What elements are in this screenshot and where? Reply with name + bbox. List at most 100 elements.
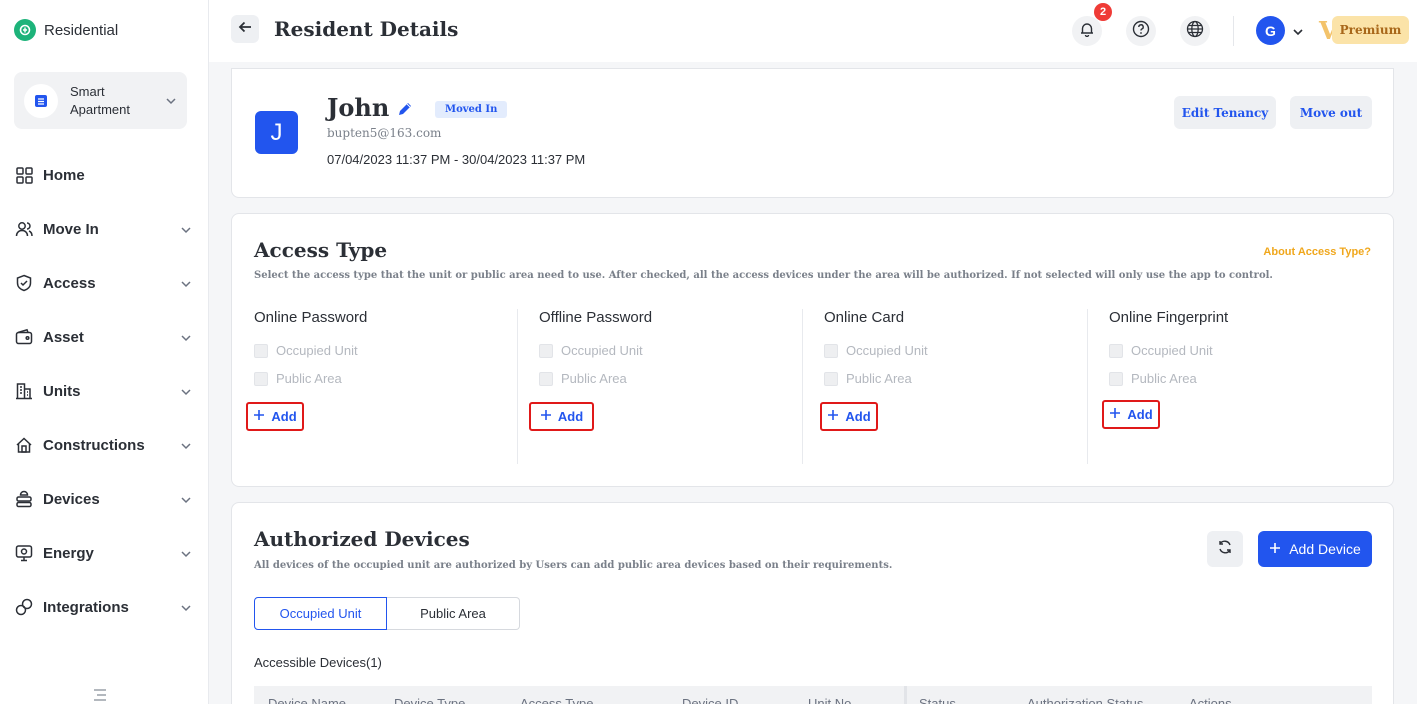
sidebar-nav: Home Move In Access Asset Units Construc… [0,148,208,634]
checkbox[interactable] [824,343,838,358]
sidebar-item-asset[interactable]: Asset [0,310,208,364]
help-icon [1132,20,1150,43]
shield-check-icon [15,274,33,292]
logo-icon [14,19,36,41]
sidebar-item-label: Units [43,382,81,400]
area-tabs: Occupied Unit Public Area [254,597,520,630]
public-area-checkbox[interactable]: Public Area [539,371,627,386]
occupied-unit-checkbox[interactable]: Occupied Unit [254,343,358,358]
collapse-sidebar-icon[interactable] [93,688,107,704]
sidebar-item-units[interactable]: Units [0,364,208,418]
authorized-devices-description: All devices of the occupied unit are aut… [254,560,893,571]
wallet-icon [15,328,33,346]
devices-table-header: Device Name Device Type Access Type Devi… [254,686,1372,704]
checkbox-label: Occupied Unit [846,343,928,358]
move-out-button[interactable]: Move out [1290,96,1372,129]
add-offline-password-button[interactable]: Add [529,402,594,431]
sidebar-item-energy[interactable]: Energy [0,526,208,580]
access-column-title: Offline Password [539,309,653,326]
add-label: Add [557,409,584,424]
add-online-fingerprint-button[interactable]: Add [1102,400,1160,429]
column-header: Access Type [520,696,594,704]
column-header: Authorization Status [1027,696,1144,704]
column-header: Status [919,696,956,704]
sidebar-item-integrations[interactable]: Integrations [0,580,208,634]
premium-badge[interactable]: V Premium [1319,15,1410,45]
sidebar-item-access[interactable]: Access [0,256,208,310]
public-area-checkbox[interactable]: Public Area [254,371,342,386]
occupied-unit-checkbox[interactable]: Occupied Unit [539,343,643,358]
chevron-down-icon [180,277,192,295]
refresh-icon [1217,539,1233,560]
sidebar-item-label: Integrations [43,598,129,616]
access-column-title: Online Fingerprint [1109,309,1229,326]
arrow-left-icon [238,20,252,39]
apartment-icon [24,83,58,118]
sidebar-item-move-in[interactable]: Move In [0,202,208,256]
checkbox-label: Public Area [1131,371,1197,386]
checkbox-label: Occupied Unit [1131,343,1213,358]
access-column-online-fingerprint: Online Fingerprint Occupied Unit Public … [1102,309,1379,464]
column-divider [802,309,803,464]
access-type-description: Select the access type that the unit or … [254,270,1273,281]
energy-icon [15,544,33,562]
checkbox[interactable] [824,371,838,386]
chevron-down-icon [180,439,192,457]
notification-count-badge: 2 [1094,3,1112,21]
sidebar-item-home[interactable]: Home [0,148,208,202]
bell-icon [1079,21,1095,42]
checkbox[interactable] [254,343,268,358]
sticky-column-divider [904,686,907,704]
sidebar-item-devices[interactable]: Devices [0,472,208,526]
public-area-checkbox[interactable]: Public Area [824,371,912,386]
status-badge: Moved In [435,101,508,118]
resident-name: John [327,93,390,122]
add-device-button[interactable]: Add Device [1258,531,1372,567]
plus-icon [253,409,265,424]
devices-icon [15,490,33,508]
public-area-checkbox[interactable]: Public Area [1109,371,1197,386]
sidebar: Residential Smart Apartment Home Move In… [0,0,209,704]
tab-public-area[interactable]: Public Area [387,597,520,630]
tenancy-period: 07/04/2023 11:37 PM - 30/04/2023 11:37 P… [327,152,586,167]
notifications-button[interactable] [1072,16,1102,46]
tab-occupied-unit[interactable]: Occupied Unit [254,597,387,630]
refresh-button[interactable] [1207,531,1243,567]
checkbox[interactable] [254,371,268,386]
resident-profile-card: J John Moved In bupten5@163.com 07/04/20… [231,68,1394,198]
column-header: Device ID [682,696,739,704]
about-access-type-link[interactable]: About Access Type? [1263,246,1371,258]
chevron-down-icon[interactable] [1292,25,1304,43]
chevron-down-icon [180,493,192,511]
project-name: Smart Apartment [70,83,130,117]
back-button[interactable] [231,15,259,43]
app-logo[interactable]: Residential [14,19,118,41]
occupied-unit-checkbox[interactable]: Occupied Unit [1109,343,1213,358]
checkbox[interactable] [539,371,553,386]
occupied-unit-checkbox[interactable]: Occupied Unit [824,343,928,358]
project-selector[interactable]: Smart Apartment [14,72,187,129]
plus-icon [1269,541,1281,557]
edit-tenancy-button[interactable]: Edit Tenancy [1174,96,1276,129]
help-button[interactable] [1126,16,1156,46]
chevron-down-icon [180,223,192,241]
sidebar-item-label: Constructions [43,436,145,454]
sidebar-item-constructions[interactable]: Constructions [0,418,208,472]
add-online-card-button[interactable]: Add [820,402,878,431]
access-column-online-password: Online Password Occupied Unit Public Are… [246,309,524,464]
add-online-password-button[interactable]: Add [246,402,304,431]
sidebar-item-label: Move In [43,220,99,238]
sidebar-item-label: Access [43,274,96,292]
checkbox-label: Occupied Unit [561,343,643,358]
user-avatar[interactable]: G [1256,16,1285,45]
add-label: Add [1127,407,1153,422]
checkbox[interactable] [1109,371,1123,386]
checkbox[interactable] [1109,343,1123,358]
access-column-title: Online Password [254,309,368,326]
access-column-title: Online Card [824,309,905,326]
language-button[interactable] [1180,16,1210,46]
accessible-devices-title: Accessible Devices(1) [254,655,382,670]
edit-name-icon[interactable] [397,101,413,122]
chevron-down-icon [180,547,192,565]
checkbox[interactable] [539,343,553,358]
